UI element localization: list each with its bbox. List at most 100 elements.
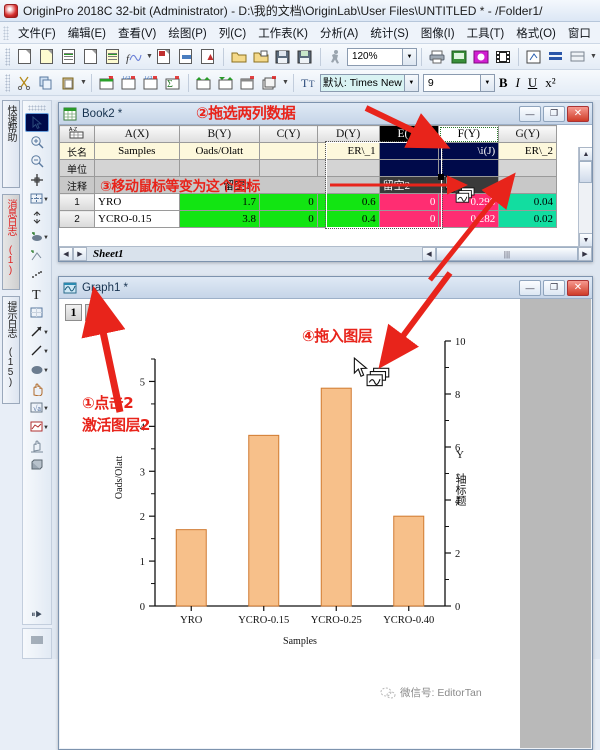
paste-dropdown-icon[interactable]: ▼ [80,79,87,86]
cell-1-c[interactable]: 0 [259,193,318,211]
units-f[interactable] [438,159,500,177]
row-header-units[interactable]: 单位 [59,159,96,177]
run-script-icon[interactable] [326,47,346,67]
new-excel-icon[interactable] [102,47,122,67]
row-index-2[interactable]: 2 [59,210,96,228]
cell-2-g[interactable]: 0.02 [498,210,557,228]
cell-2-e[interactable]: 0 [378,210,440,228]
long-name-b[interactable]: Oads/Olatt [178,142,261,160]
cell-1-e[interactable]: 0 [378,193,440,211]
cell-2-c[interactable]: 0 [259,210,318,228]
cell-1-b[interactable]: 1.7 [178,193,261,211]
normalize-icon[interactable]: 123 [141,73,161,93]
data-reader-dropdown-icon[interactable]: ▼ [43,197,49,203]
scatter-icon[interactable] [25,265,49,284]
menu-item-window[interactable]: 窗口 [562,23,597,43]
column-header-c[interactable]: C(Y) [259,125,318,143]
palette-expand-icon[interactable]: ⏸▶ [25,605,49,624]
draw-data-dropdown-icon[interactable]: ▼ [43,235,49,241]
column-header-d[interactable]: D(Y) [316,125,380,143]
pointer-icon[interactable] [25,113,49,132]
menu-item-view[interactable]: 查看(V) [112,23,162,43]
cell-1-a[interactable]: YRO [94,193,180,211]
save-template-icon[interactable] [295,47,315,67]
menu-item-edit[interactable]: 编辑(E) [62,23,112,43]
zoom-level-input[interactable]: 120% [346,47,403,66]
command-window-icon[interactable] [568,47,588,67]
ellipse-tool-dropdown-icon[interactable]: ▼ [43,368,49,374]
page-layout-icon[interactable] [25,631,49,650]
region-math-icon[interactable]: √a ▼ [25,398,49,417]
long-name-d[interactable]: ER\_1 [316,142,380,160]
sheet-prev-button[interactable]: ◀ [59,247,73,261]
layer-icon[interactable] [25,455,49,474]
slideshow-icon[interactable] [493,47,513,67]
units-a[interactable] [94,159,180,177]
data-selector-icon[interactable] [25,208,49,227]
workbook-maximize-button[interactable]: ❐ [543,105,565,122]
sidebar-tab-quick-help[interactable]: 快速帮助 [2,100,20,188]
bold-button[interactable]: B [495,75,512,91]
zoom-in-icon[interactable] [25,132,49,151]
units-c[interactable] [259,159,318,177]
graph-titlebar[interactable]: Graph1 * — ❐ ✕ [59,277,592,299]
project-explorer-icon[interactable] [524,47,544,67]
sheet-next-button[interactable]: ▶ [73,247,87,261]
cell-2-d[interactable]: 0.4 [316,210,380,228]
zoom-out-icon[interactable] [25,151,49,170]
text-tool-icon[interactable]: T [25,284,49,303]
data-reader-icon[interactable]: ▼ [25,189,49,208]
palette-grip-icon[interactable] [28,105,46,111]
sidebar-tab-tip-log[interactable]: 提示日志 (15) [2,296,20,404]
set-column-values-icon[interactable]: 123 [119,73,139,93]
menu-item-analysis[interactable]: 分析(A) [314,23,364,43]
row-header-comments[interactable]: 注释 [59,176,96,194]
cut-icon[interactable] [14,73,34,93]
new-notes-icon[interactable] [176,47,196,67]
column-header-b[interactable]: B(Y) [178,125,261,143]
copy-icon[interactable] [36,73,56,93]
line-tool-icon[interactable]: ▼ [25,341,49,360]
menu-item-format[interactable]: 格式(O) [510,23,562,43]
superscript-button[interactable]: x² [541,75,559,91]
pan-icon[interactable] [25,379,49,398]
cell-1-d[interactable]: 0.6 [316,193,380,211]
toolbar-grip-icon[interactable] [5,47,10,66]
menu-item-image[interactable]: 图像(I) [415,23,461,43]
menu-item-tools[interactable]: 工具(T) [461,23,511,43]
font-name-select[interactable]: 默认: Times New [319,73,405,92]
ellipse-tool-icon[interactable]: ▼ [25,360,49,379]
long-name-e[interactable] [378,142,440,160]
units-e[interactable] [378,159,440,177]
print-preview-icon[interactable] [449,47,469,67]
cell-1-g[interactable]: 0.04 [498,193,557,211]
row-header-long-name[interactable]: 长名 [59,142,96,160]
units-g[interactable] [498,159,557,177]
graph-page[interactable]: 1 2 0 1 2 3 4 5 0 2 4 6 8 10 YRO YCRO-0.15 YCRO-0.25 YC… [60,299,520,748]
regional-data-selector-icon[interactable]: ▼ [25,417,49,436]
save-project-icon[interactable] [273,47,293,67]
arrow-tool-icon[interactable]: ▼ [25,322,49,341]
menu-item-worksheet[interactable]: 工作表(K) [252,23,314,43]
long-name-a[interactable]: Samples [94,142,180,160]
line-tool-dropdown-icon[interactable]: ▼ [43,349,49,355]
statistics-on-columns-icon[interactable]: Σ [163,73,183,93]
new-workbook-icon[interactable] [58,47,78,67]
new-script-icon[interactable] [198,47,218,67]
workbook-titlebar[interactable]: Book2 * — ❐ ✕ [59,103,592,125]
sheet-tab-sheet1[interactable]: Sheet1 [87,248,130,260]
long-name-g[interactable]: ER\_2 [498,142,557,160]
hscroll-left-button[interactable]: ◀ [422,247,436,261]
font-size-dropdown-icon[interactable]: ▼ [480,73,495,92]
new-folder-icon[interactable] [36,47,56,67]
graph-minimize-button[interactable]: — [519,279,541,296]
screen-reader-icon[interactable] [25,170,49,189]
column-header-g[interactable]: G(Y) [498,125,557,143]
units-b[interactable] [178,159,261,177]
cell-2-b[interactable]: 3.8 [178,210,261,228]
new-project-icon[interactable] [14,47,34,67]
open-icon[interactable] [229,47,249,67]
region-math-dropdown-icon[interactable]: ▼ [43,406,49,412]
comments-g[interactable] [498,176,557,194]
arrow-tool-dropdown-icon[interactable]: ▼ [43,330,49,336]
